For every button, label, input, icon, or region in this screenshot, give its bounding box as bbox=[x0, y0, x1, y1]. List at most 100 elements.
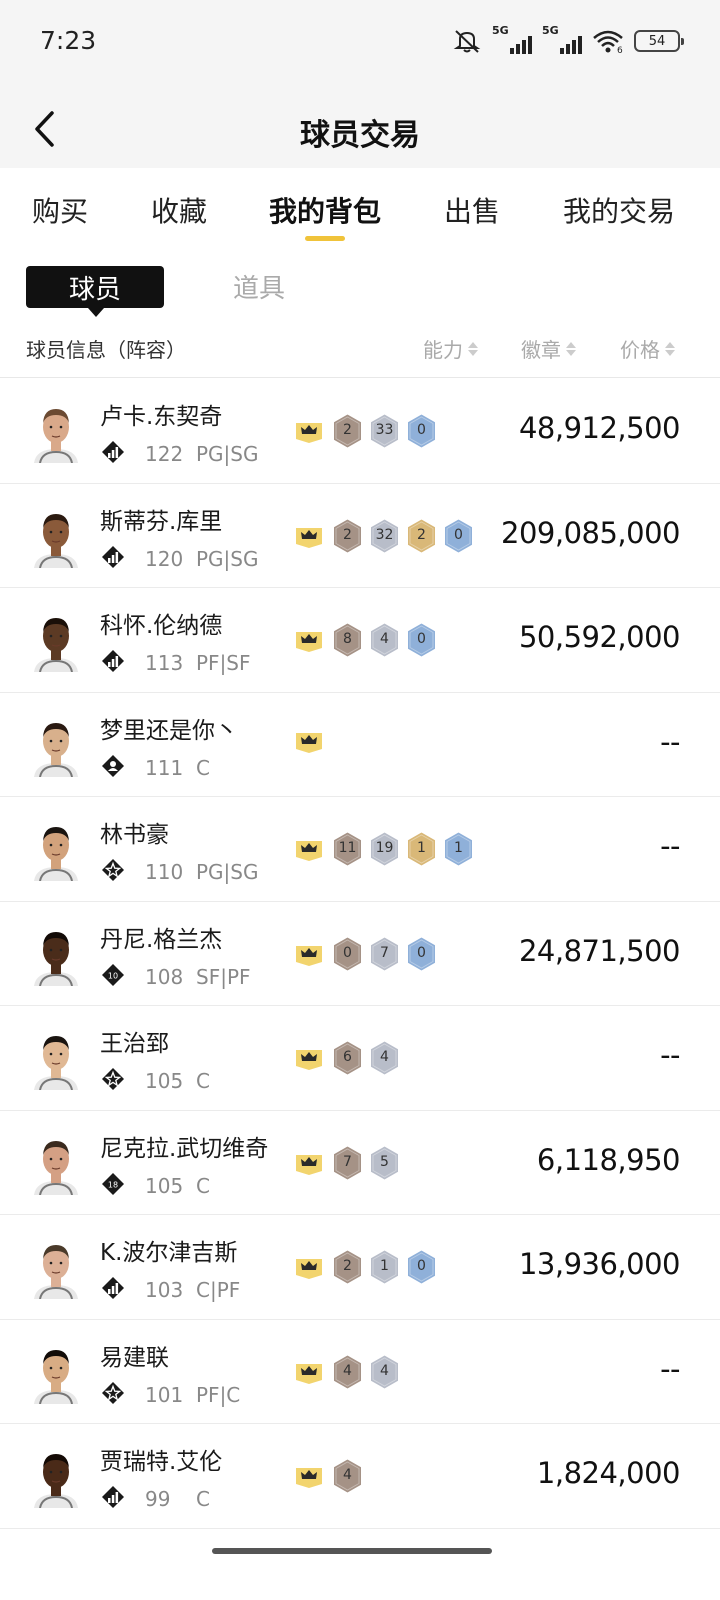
tab-my-backpack[interactable]: 我的背包 bbox=[269, 190, 381, 230]
player-row[interactable]: 梦里还是你丶 111 C -- bbox=[0, 693, 720, 797]
player-rating: 99 bbox=[145, 1487, 171, 1511]
player-avatar bbox=[26, 1235, 86, 1299]
badge-count: 32 bbox=[375, 526, 394, 543]
player-list: 卢卡.东契奇 122 PG|SG 2 33 0 48,912,500 斯蒂芬.库里 120 PG|… bbox=[0, 379, 720, 1529]
player-avatar bbox=[26, 1444, 86, 1508]
player-avatar bbox=[26, 608, 86, 672]
player-position: C bbox=[196, 755, 210, 780]
svg-text:18: 18 bbox=[108, 1180, 118, 1189]
blue-badge-icon: 0 bbox=[443, 517, 474, 554]
column-player-info: 球员信息（阵容） bbox=[26, 338, 186, 362]
eighteen-icon: 18 bbox=[101, 1172, 125, 1196]
crown-icon bbox=[292, 835, 326, 863]
tab-favorites[interactable]: 收藏 bbox=[151, 190, 207, 230]
badge-count: 4 bbox=[343, 1467, 352, 1483]
sort-ability-button[interactable]: 能力 bbox=[423, 334, 478, 363]
player-avatar bbox=[26, 399, 86, 463]
tab-buy[interactable]: 购买 bbox=[32, 190, 88, 230]
player-name: 易建联 bbox=[100, 1344, 169, 1371]
sort-icon bbox=[468, 341, 478, 356]
player-name: 尼克拉.武切维奇 bbox=[100, 1135, 269, 1162]
badge-count: 7 bbox=[380, 944, 389, 961]
player-position: C bbox=[196, 1173, 210, 1198]
status-time: 7:23 bbox=[40, 26, 97, 55]
tab-sell[interactable]: 出售 bbox=[444, 190, 500, 230]
bars-icon bbox=[101, 1276, 125, 1300]
badge-count: 11 bbox=[338, 840, 357, 856]
player-price: -- bbox=[660, 1351, 680, 1386]
wifi-sub-label: 6 bbox=[617, 46, 623, 54]
player-name: 科怀.伦纳德 bbox=[100, 613, 223, 639]
silver-badge-icon: 7 bbox=[369, 935, 400, 972]
subtab-items[interactable]: 道具 bbox=[233, 268, 285, 305]
player-row[interactable]: 尼克拉.武切维奇 18 105 C 7 5 6,118,950 bbox=[0, 1111, 720, 1215]
crown-icon bbox=[292, 727, 326, 755]
player-position: PG|SG bbox=[196, 546, 259, 571]
status-bar: 7:23 5G 5G 6 54 bbox=[0, 0, 720, 90]
star-icon bbox=[101, 1381, 125, 1405]
player-row[interactable]: 科怀.伦纳德 113 PF|SF 8 4 0 50,592,000 bbox=[0, 588, 720, 693]
player-row[interactable]: 卢卡.东契奇 122 PG|SG 2 33 0 48,912,500 bbox=[0, 379, 720, 484]
badge-count: 0 bbox=[417, 422, 426, 438]
player-avatar bbox=[26, 1026, 86, 1090]
status-icons: 5G 5G 6 54 bbox=[452, 24, 684, 54]
player-name: 林书豪 bbox=[100, 822, 169, 848]
badge-group: 0 7 0 bbox=[292, 935, 437, 972]
bronze-badge-icon: 8 bbox=[332, 622, 363, 658]
ten-icon: 10 bbox=[101, 963, 125, 987]
player-position: PF|SF bbox=[196, 651, 251, 675]
bronze-badge-icon: 2 bbox=[332, 517, 363, 554]
player-rating: 101 bbox=[145, 1382, 184, 1407]
tab-my-trades[interactable]: 我的交易 bbox=[563, 190, 675, 230]
bars-icon bbox=[101, 1485, 125, 1509]
page-title: 球员交易 bbox=[300, 118, 420, 153]
bronze-badge-icon: 4 bbox=[332, 1458, 363, 1494]
silver-badge-icon: 33 bbox=[369, 413, 400, 449]
badge-count: 5 bbox=[380, 1153, 389, 1170]
player-rating: 120 bbox=[145, 546, 184, 571]
player-row[interactable]: 丹尼.格兰杰 10 108 SF|PF 0 7 0 24,871,500 bbox=[0, 902, 720, 1006]
player-row[interactable]: 贾瑞特.艾伦 99 C 4 1,824,000 bbox=[0, 1424, 720, 1529]
subtab-players[interactable]: 球员 bbox=[26, 266, 164, 317]
battery-icon: 54 bbox=[634, 30, 684, 52]
column-badge-label: 徽章 bbox=[521, 338, 561, 362]
player-name: 贾瑞特.艾伦 bbox=[100, 1449, 223, 1475]
player-row[interactable]: K.波尔津吉斯 103 C|PF 2 1 0 13,936,000 bbox=[0, 1215, 720, 1320]
blue-badge-icon: 0 bbox=[406, 1249, 437, 1285]
badge-count: 4 bbox=[380, 1362, 389, 1379]
player-avatar bbox=[26, 1340, 86, 1404]
sort-badge-button[interactable]: 徽章 bbox=[521, 334, 576, 363]
player-row[interactable]: 林书豪 110 PG|SG 11 19 1 1 -- bbox=[0, 797, 720, 902]
player-row[interactable]: 王治郅 105 C 6 4 -- bbox=[0, 1006, 720, 1111]
badge-group: 2 32 2 0 bbox=[292, 517, 474, 554]
crown-icon bbox=[292, 417, 326, 445]
player-avatar bbox=[26, 713, 86, 777]
player-rating: 113 bbox=[145, 651, 184, 675]
badge-count: 7 bbox=[343, 1153, 352, 1170]
player-price: -- bbox=[660, 724, 680, 759]
signal-1-icon: 5G bbox=[492, 24, 532, 54]
sort-price-button[interactable]: 价格 bbox=[620, 334, 675, 363]
badge-count: 8 bbox=[343, 631, 352, 647]
crown-icon bbox=[292, 626, 326, 654]
player-name: 王治郅 bbox=[100, 1031, 169, 1057]
badge-group: 11 19 1 1 bbox=[292, 831, 474, 867]
badge-count: 19 bbox=[375, 840, 394, 856]
player-name: 丹尼.格兰杰 bbox=[100, 926, 223, 953]
badge-count: 0 bbox=[417, 1258, 426, 1274]
blue-badge-icon: 0 bbox=[406, 622, 437, 658]
badge-count: 4 bbox=[343, 1362, 352, 1379]
home-indicator bbox=[212, 1548, 492, 1554]
blue-badge-icon: 0 bbox=[406, 935, 437, 972]
silver-badge-icon: 5 bbox=[369, 1144, 400, 1181]
player-row[interactable]: 斯蒂芬.库里 120 PG|SG 2 32 2 0 209,085,000 bbox=[0, 484, 720, 588]
player-name: 梦里还是你丶 bbox=[100, 717, 238, 744]
badge-count: 1 bbox=[454, 840, 463, 856]
person-icon bbox=[101, 754, 125, 778]
badge-count: 0 bbox=[454, 526, 463, 543]
wifi-icon: 6 bbox=[593, 30, 623, 54]
signal-2-label: 5G bbox=[542, 24, 559, 37]
player-row[interactable]: 易建联 101 PF|C 4 4 -- bbox=[0, 1320, 720, 1424]
mute-bell-icon bbox=[453, 30, 481, 53]
crown-icon bbox=[292, 1149, 326, 1177]
